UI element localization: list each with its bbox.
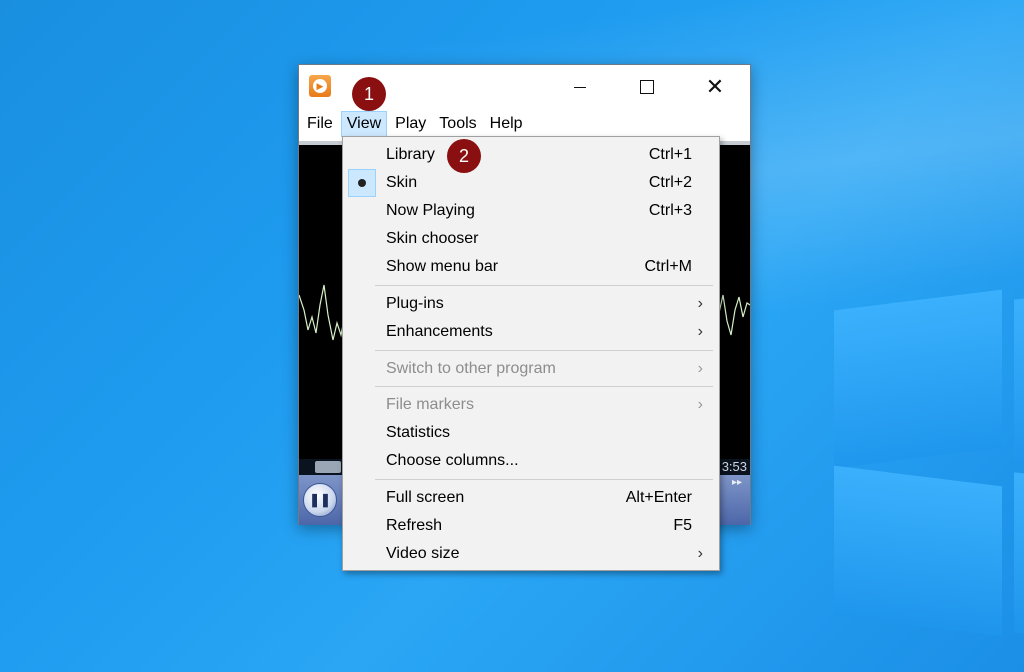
menu-help[interactable]: Help: [485, 111, 528, 137]
menu-item-label: Statistics: [386, 424, 451, 441]
view-menu-dropdown: Library Ctrl+1 Skin Ctrl+2 Now Playing C…: [342, 136, 720, 571]
step-badge-2: 2: [447, 139, 481, 173]
menu-view[interactable]: View: [340, 111, 388, 137]
menu-item-label: Enhancements: [386, 323, 493, 340]
menu-item-video-size[interactable]: Video size ›: [345, 540, 717, 568]
close-icon: ✕: [705, 74, 725, 99]
menu-item-label: Plug-ins: [386, 295, 444, 312]
step-badge-1: 1: [352, 77, 386, 111]
submenu-arrow-icon: ›: [697, 545, 703, 562]
menu-bar: File View Play Tools Help: [299, 111, 750, 137]
menu-item-label: File markers: [386, 396, 475, 413]
menu-item-label: Now Playing: [386, 202, 475, 219]
menu-item-shortcut: Ctrl+1: [648, 146, 692, 163]
menu-item-label: Choose columns...: [386, 452, 519, 469]
windows-logo-pane: [834, 289, 1002, 469]
menu-item-now-playing[interactable]: Now Playing Ctrl+3: [345, 197, 717, 225]
menu-item-label: Video size: [386, 545, 460, 562]
menu-item-shortcut: Ctrl+2: [648, 174, 692, 191]
windows-logo-pane: [834, 465, 1002, 637]
seek-thumb[interactable]: [315, 461, 341, 473]
menu-item-label: Full screen: [386, 489, 465, 506]
menu-item-label: Skin: [386, 174, 418, 191]
menu-item-shortcut: Ctrl+M: [644, 258, 692, 275]
menu-item-skin[interactable]: Skin Ctrl+2: [345, 169, 717, 197]
pause-icon: ❚❚: [309, 492, 331, 507]
menu-item-show-menu-bar[interactable]: Show menu bar Ctrl+M: [345, 253, 717, 281]
menu-item-label: Switch to other program: [386, 360, 556, 377]
menu-item-switch-program: Switch to other program ›: [345, 355, 717, 383]
elapsed-time: 3:53: [721, 459, 747, 474]
pause-button[interactable]: ❚❚: [303, 483, 337, 517]
media-player-app-icon: ▶: [309, 75, 331, 97]
menu-item-shortcut: Alt+Enter: [625, 489, 692, 506]
menu-item-full-screen[interactable]: Full screen Alt+Enter: [345, 484, 717, 512]
minimize-icon: [574, 86, 586, 88]
menu-item-choose-columns[interactable]: Choose columns...: [345, 447, 717, 475]
menu-item-statistics[interactable]: Statistics: [345, 419, 717, 447]
maximize-icon: [640, 80, 654, 94]
menu-item-shortcut: Ctrl+3: [648, 202, 692, 219]
submenu-arrow-icon: ›: [697, 295, 703, 312]
menu-item-enhancements[interactable]: Enhancements ›: [345, 318, 717, 346]
submenu-arrow-icon: ›: [697, 360, 703, 377]
submenu-arrow-icon: ›: [697, 396, 703, 413]
menu-separator: [375, 285, 713, 286]
menu-item-label: Show menu bar: [386, 258, 499, 275]
menu-separator: [375, 350, 713, 351]
menu-item-label: Refresh: [386, 517, 443, 534]
menu-separator: [375, 386, 713, 387]
menu-item-skin-chooser[interactable]: Skin chooser: [345, 225, 717, 253]
windows-logo-pane: [1014, 292, 1024, 466]
menu-file[interactable]: File: [302, 111, 338, 137]
menu-item-label: Library: [386, 146, 435, 163]
menu-item-library[interactable]: Library Ctrl+1: [345, 141, 717, 169]
menu-item-shortcut: F5: [673, 517, 692, 534]
submenu-arrow-icon: ›: [697, 323, 703, 340]
maximize-button[interactable]: [624, 71, 670, 103]
menu-tools[interactable]: Tools: [434, 111, 481, 137]
menu-item-label: Skin chooser: [386, 230, 479, 247]
radio-selected-icon: [348, 169, 376, 197]
close-button[interactable]: ✕: [692, 71, 738, 103]
minimize-button[interactable]: [557, 71, 603, 103]
menu-play[interactable]: Play: [390, 111, 431, 137]
menu-separator: [375, 479, 713, 480]
menu-item-plug-ins[interactable]: Plug-ins ›: [345, 290, 717, 318]
windows-logo-pane: [1014, 472, 1024, 640]
menu-item-file-markers: File markers ›: [345, 391, 717, 419]
menu-item-refresh[interactable]: Refresh F5: [345, 512, 717, 540]
fast-forward-icon[interactable]: ▸▸: [732, 477, 742, 488]
